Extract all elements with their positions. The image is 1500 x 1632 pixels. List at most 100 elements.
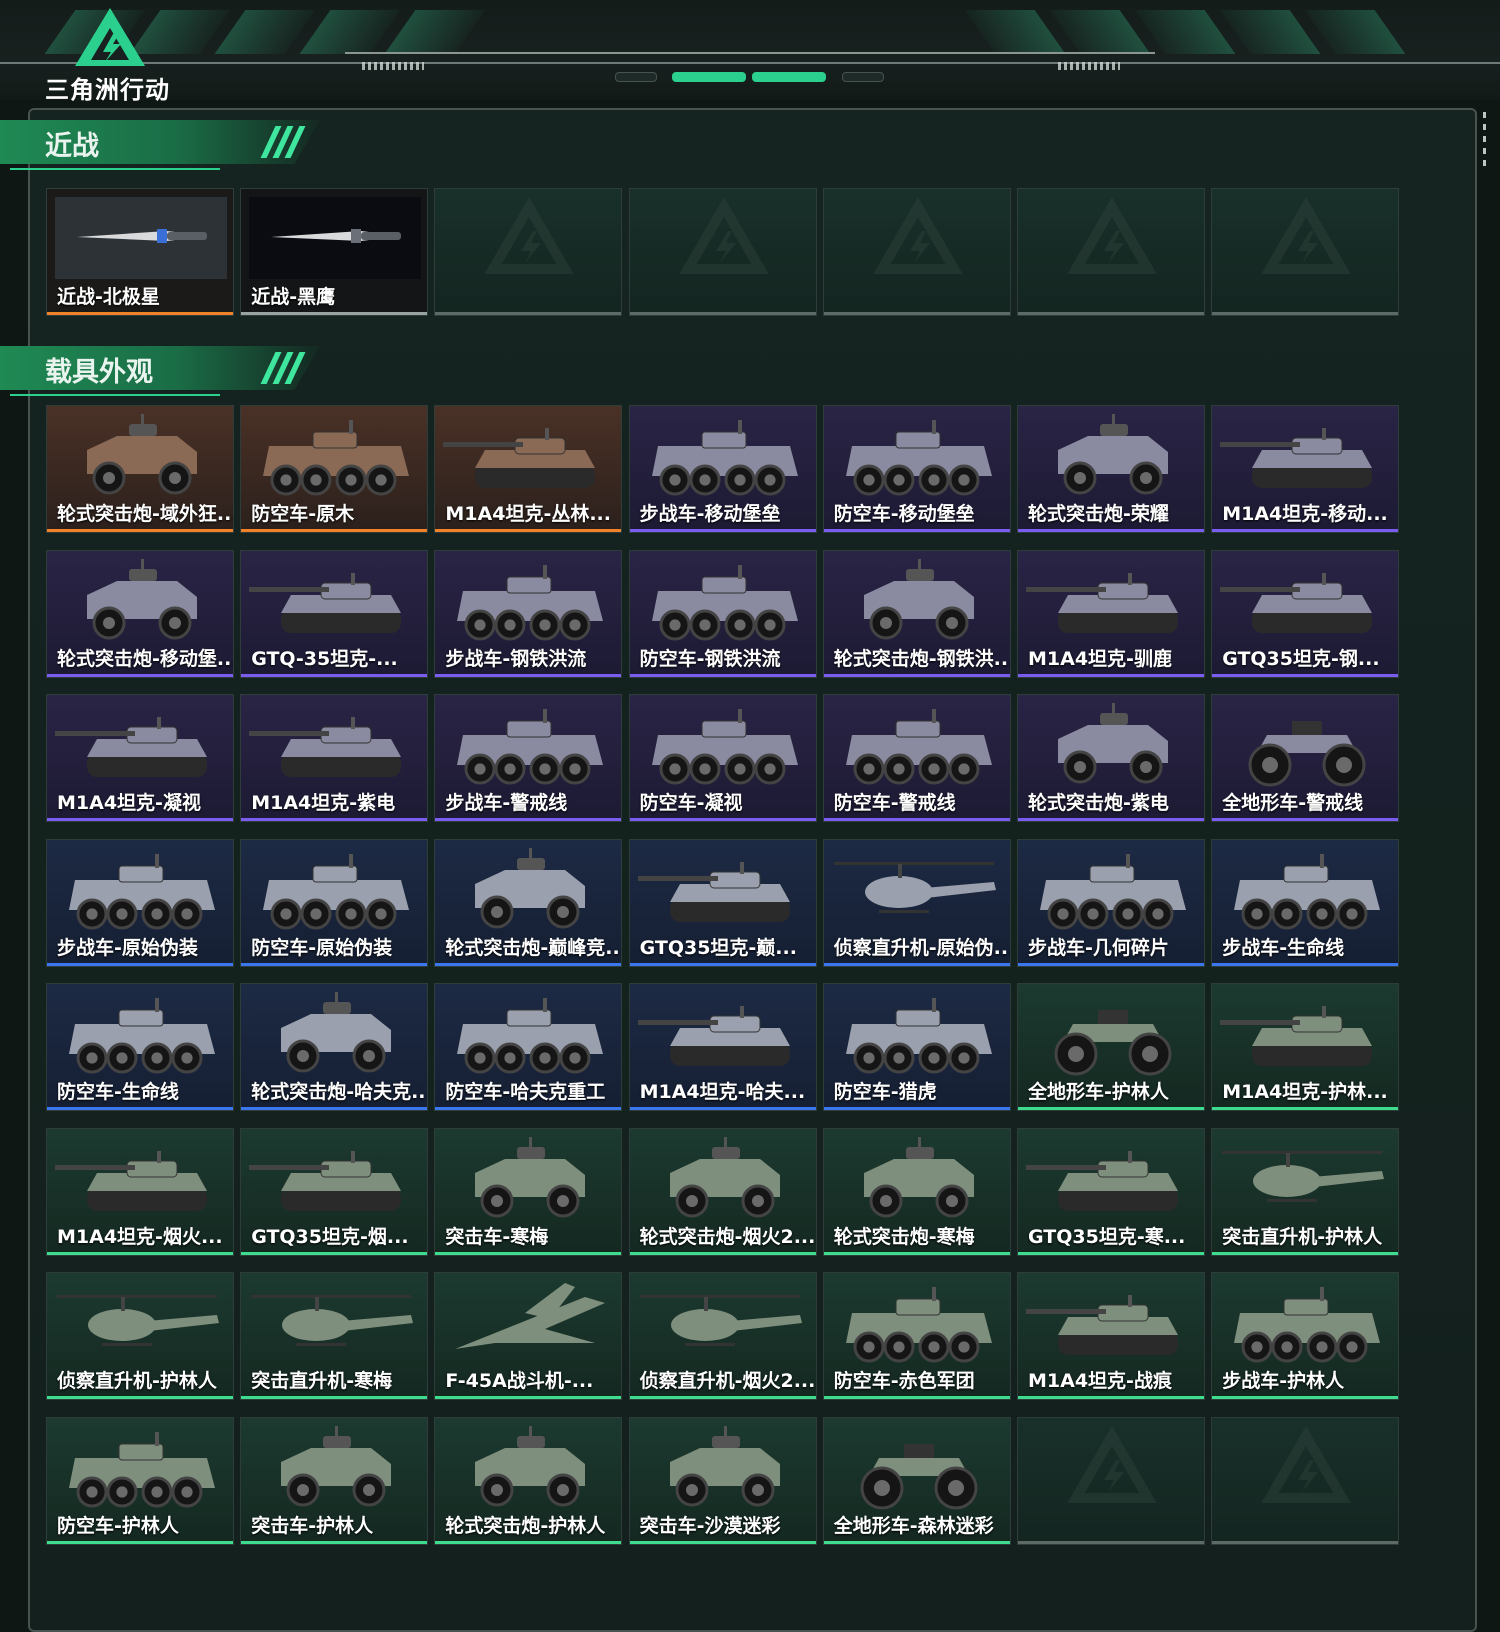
rarity-bar xyxy=(241,1251,428,1255)
skin-card[interactable]: 突击直升机-寒梅 xyxy=(240,1272,429,1400)
skin-card[interactable]: 防空车-护林人 xyxy=(46,1416,234,1545)
header-hatch-left xyxy=(362,62,424,70)
skin-card[interactable]: 全地形车-警戒线 xyxy=(1211,694,1400,822)
section-title: 近战 xyxy=(45,131,99,162)
skin-card[interactable]: 轮式突击炮-钢铁洪... xyxy=(822,549,1011,678)
rarity-bar xyxy=(435,312,622,315)
skin-card[interactable]: 侦察直升机-烟火2... xyxy=(628,1272,817,1400)
skin-card[interactable]: 突击车-护林人 xyxy=(240,1416,429,1545)
apc-icon xyxy=(69,1431,215,1507)
header-indicator-active xyxy=(752,72,826,82)
apc-icon xyxy=(457,998,604,1074)
skin-card[interactable]: GTQ-35坦克-... xyxy=(240,549,429,678)
skin-card[interactable]: 近战-黑鹰 xyxy=(240,188,429,316)
rarity-bar xyxy=(241,962,428,966)
skin-card[interactable]: 轮式突击炮-哈夫克... xyxy=(240,983,429,1111)
skin-card-label: 轮式突击炮-荣耀 xyxy=(1028,503,1169,525)
rarity-bar xyxy=(47,529,233,532)
rarity-bar xyxy=(241,529,428,532)
skin-card[interactable]: M1A4坦克-护林... xyxy=(1211,983,1400,1111)
rarity-bar xyxy=(1018,818,1204,821)
placeholder-logo-icon xyxy=(1067,1425,1157,1503)
skin-card[interactable]: GTQ35坦克-钢... xyxy=(1211,549,1400,678)
skin-card[interactable]: 全地形车-护林人 xyxy=(1017,983,1205,1111)
rarity-bar xyxy=(47,1251,233,1255)
skin-card-label: 防空车-哈夫克重工 xyxy=(445,1081,606,1103)
skin-card[interactable]: 侦察直升机-原始伪... xyxy=(822,838,1011,967)
skin-card[interactable]: 防空车-警戒线 xyxy=(822,694,1011,822)
skin-card-label: M1A4坦克-凝视 xyxy=(57,792,201,814)
rarity-bar xyxy=(823,1396,1010,1399)
skin-card[interactable]: M1A4坦克-战痕 xyxy=(1017,1272,1205,1400)
skin-card[interactable]: M1A4坦克-紫电 xyxy=(240,694,429,822)
apc-icon xyxy=(651,709,798,785)
rarity-bar xyxy=(629,529,816,532)
header-indicator-active xyxy=(672,72,746,82)
car-icon xyxy=(87,414,197,495)
skin-card[interactable]: 侦察直升机-护林人 xyxy=(46,1272,234,1400)
skin-card-label: 侦察直升机-原始伪... xyxy=(833,936,1011,959)
skin-card[interactable]: GTQ35坦克-巅... xyxy=(628,838,817,967)
skin-card[interactable]: GTQ35坦克-烟... xyxy=(240,1127,429,1256)
skin-card[interactable]: M1A4坦克-烟火... xyxy=(46,1127,234,1256)
skin-card[interactable]: 步战车-警戒线 xyxy=(434,694,623,822)
header-stripes xyxy=(0,10,1500,54)
rarity-bar xyxy=(629,1540,816,1544)
skin-card[interactable]: 突击车-寒梅 xyxy=(434,1127,623,1256)
skin-card[interactable]: 步战车-钢铁洪流 xyxy=(434,549,623,678)
heli-icon xyxy=(1222,1150,1385,1202)
skin-card[interactable]: 防空车-原始伪装 xyxy=(240,838,429,967)
skin-card[interactable]: 防空车-移动堡垒 xyxy=(822,405,1011,533)
skin-card[interactable]: 步战车-移动堡垒 xyxy=(628,405,817,533)
skin-card[interactable]: 防空车-猎虎 xyxy=(822,983,1011,1111)
skin-card-label: M1A4坦克-紫电 xyxy=(251,792,396,814)
rarity-bar xyxy=(823,673,1010,677)
skin-card[interactable]: 轮式突击炮-荣耀 xyxy=(1017,405,1205,533)
skin-card[interactable]: F-45A战斗机-... xyxy=(434,1272,623,1400)
car-icon xyxy=(1058,703,1168,784)
skin-card-label: 轮式突击炮-寒梅 xyxy=(833,1225,975,1248)
skin-card[interactable]: M1A4坦克-丛林... xyxy=(434,405,623,533)
scroll-indicator[interactable] xyxy=(1483,112,1486,172)
car-icon xyxy=(87,558,197,639)
skin-card[interactable]: M1A4坦克-哈夫... xyxy=(628,983,817,1111)
skin-card[interactable]: M1A4坦克-驯鹿 xyxy=(1017,549,1205,678)
skin-card[interactable]: 防空车-哈夫克重工 xyxy=(434,983,623,1111)
skin-card[interactable]: 防空车-原木 xyxy=(240,405,429,533)
rarity-bar xyxy=(241,673,428,677)
atv-icon xyxy=(860,1443,978,1509)
skin-card[interactable]: 轮式突击炮-巅峰竞... xyxy=(434,838,623,967)
skin-card[interactable]: 轮式突击炮-烟火2... xyxy=(628,1127,817,1256)
skin-card[interactable]: 轮式突击炮-紫电 xyxy=(1017,694,1205,822)
skin-card[interactable]: 轮式突击炮-域外狂... xyxy=(46,405,234,533)
header-hatch-right xyxy=(1058,62,1120,70)
skin-card[interactable]: 突击直升机-护林人 xyxy=(1211,1127,1400,1256)
skin-card-label: M1A4坦克-哈夫... xyxy=(639,1081,806,1103)
skin-card[interactable]: 步战车-生命线 xyxy=(1211,838,1400,967)
skin-card[interactable]: 突击车-沙漠迷彩 xyxy=(628,1416,817,1545)
skin-card[interactable]: M1A4坦克-移动... xyxy=(1211,405,1400,533)
skin-card[interactable]: 轮式突击炮-寒梅 xyxy=(822,1127,1011,1256)
skin-card[interactable]: 轮式突击炮-护林人 xyxy=(434,1416,623,1545)
skin-card[interactable]: 全地形车-森林迷彩 xyxy=(822,1416,1011,1545)
skin-card[interactable]: M1A4坦克-凝视 xyxy=(46,694,234,822)
skin-card[interactable]: 步战车-几何碎片 xyxy=(1017,838,1205,967)
skin-card[interactable]: 轮式突击炮-移动堡... xyxy=(46,549,234,678)
skin-card[interactable]: GTQ35坦克-寒... xyxy=(1017,1127,1205,1256)
skin-card[interactable]: 防空车-生命线 xyxy=(46,983,234,1111)
skin-card-label: M1A4坦克-移动... xyxy=(1222,503,1388,525)
rarity-bar xyxy=(1212,312,1399,315)
skin-card-label: GTQ35坦克-烟... xyxy=(251,1225,409,1248)
skin-card-label: 轮式突击炮-哈夫克... xyxy=(251,1081,429,1103)
skin-card[interactable]: 防空车-凝视 xyxy=(628,694,817,822)
skin-card[interactable]: 近战-北极星 xyxy=(46,188,234,316)
skin-card[interactable]: 步战车-护林人 xyxy=(1211,1272,1400,1400)
skin-card-label: GTQ-35坦克-... xyxy=(251,647,398,670)
atv-icon xyxy=(1054,1010,1172,1076)
skin-card[interactable]: 防空车-钢铁洪流 xyxy=(628,549,817,678)
skin-card[interactable]: 步战车-原始伪装 xyxy=(46,838,234,967)
skin-card[interactable]: 防空车-赤色军团 xyxy=(822,1272,1011,1400)
heli-icon xyxy=(57,1295,219,1346)
skin-card-label: GTQ35坦克-钢... xyxy=(1222,647,1380,670)
apc-icon xyxy=(845,709,992,785)
